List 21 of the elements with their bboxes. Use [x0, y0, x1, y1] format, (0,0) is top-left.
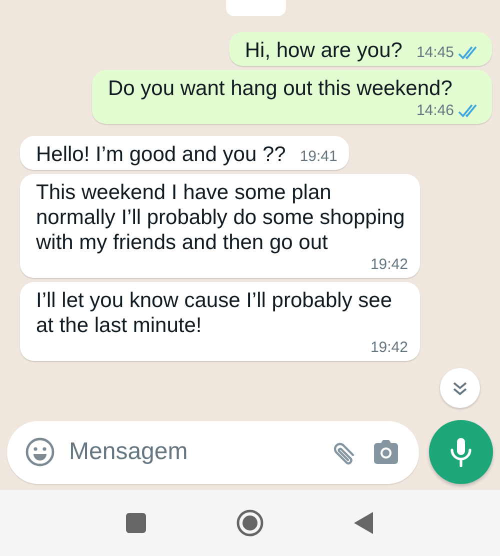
date-chip [226, 0, 286, 16]
message-text: I’ll let you know cause I’ll probably see at the last minute! [36, 288, 394, 338]
microphone-icon [449, 437, 473, 467]
message-text: Hello! I’m good and you ?? [36, 142, 286, 167]
message-time: 14:45 [416, 43, 454, 63]
recents-button[interactable] [126, 513, 146, 533]
home-button[interactable] [236, 509, 264, 537]
camera-icon[interactable] [371, 439, 401, 465]
message-input[interactable]: Mensagem [67, 433, 317, 471]
back-button[interactable] [354, 512, 374, 534]
message-time: 19:41 [300, 147, 338, 167]
message-text: This weekend I have some plan normally I’ll probably do some shopping with my friends and then go out [36, 180, 406, 255]
microphone-button[interactable] [429, 420, 493, 484]
message-field[interactable]: Mensagem [7, 420, 419, 484]
scroll-down-button[interactable] [440, 368, 480, 408]
message-time: 14:46 [416, 101, 454, 121]
message-text: Do you want hang out this weekend? [108, 76, 452, 101]
message-time: 19:42 [370, 338, 408, 358]
message-text: Hi, how are you? [244, 38, 402, 63]
message-time: 19:42 [370, 255, 408, 275]
emoji-icon[interactable] [25, 437, 55, 467]
